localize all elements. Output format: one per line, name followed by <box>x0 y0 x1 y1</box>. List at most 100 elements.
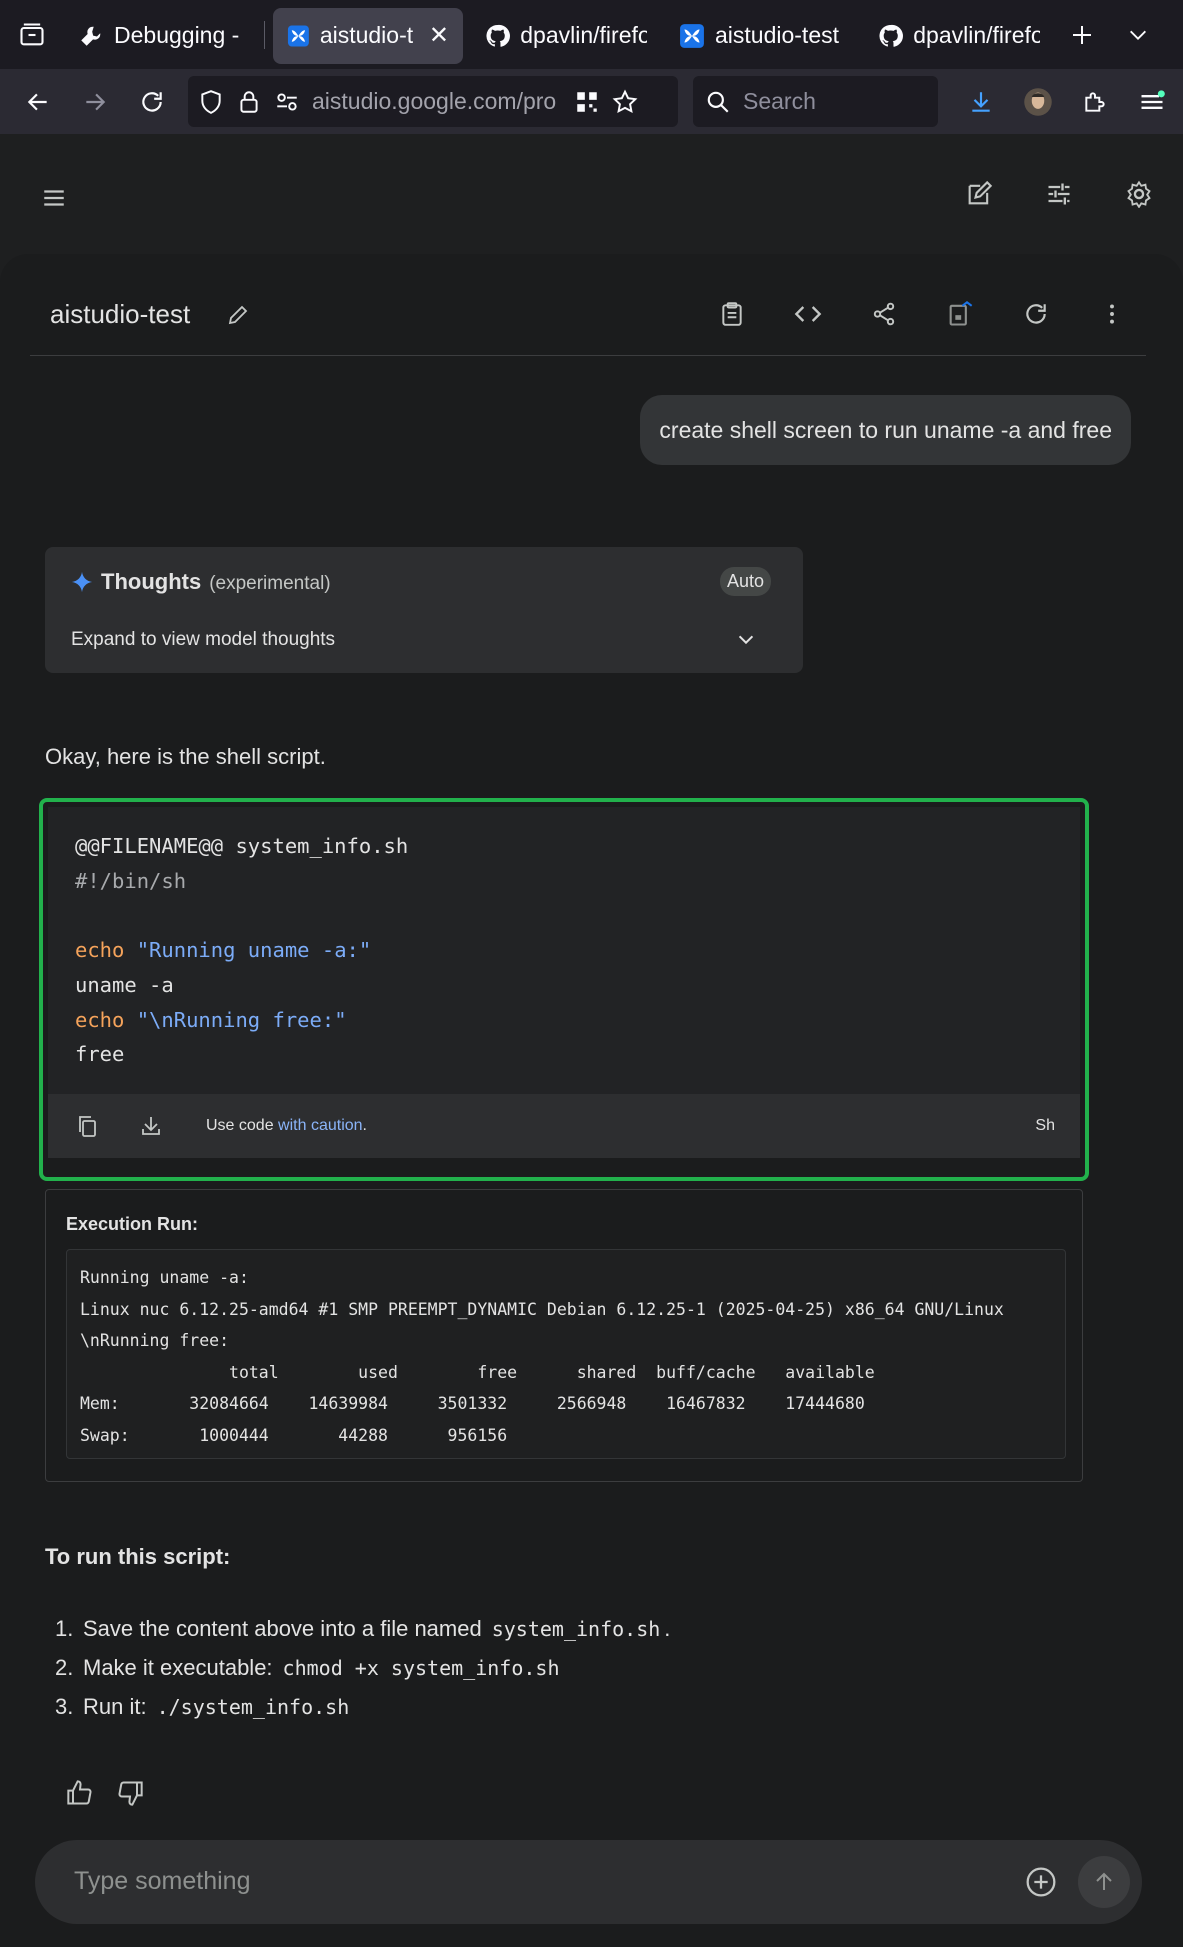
qr-code-icon[interactable] <box>574 89 600 115</box>
code-line: uname -a <box>75 972 174 997</box>
code-keyword: echo <box>75 938 125 963</box>
reset-button[interactable] <box>1012 290 1060 338</box>
step-text: Save the content above into a file named <box>83 1615 482 1641</box>
thoughts-title: Thoughts <box>101 569 202 594</box>
code-text: @@FILENAME@@ system_info.sh #!/bin/sh ec… <box>75 829 408 1072</box>
tab-title: dpavlin/firefo <box>913 22 1040 48</box>
chevron-down-icon <box>738 635 754 645</box>
copy-code-button[interactable] <box>68 1107 106 1145</box>
execution-result: Execution Run: Running uname -a: Linux n… <box>45 1189 1083 1482</box>
pencil-icon <box>229 305 248 324</box>
browser-tab[interactable]: Debugging - <box>64 8 264 64</box>
main-menu-button[interactable] <box>30 174 78 222</box>
search-placeholder[interactable]: Search <box>743 88 816 115</box>
thumbs-down-icon <box>118 1781 143 1806</box>
puzzle-icon <box>1084 91 1105 112</box>
code-content[interactable]: @@FILENAME@@ system_info.sh #!/bin/sh ec… <box>48 807 1080 1097</box>
code-block: @@FILENAME@@ system_info.sh #!/bin/sh ec… <box>39 798 1089 1181</box>
save-button[interactable] <box>936 290 984 338</box>
browser-tab[interactable]: aistudio-test <box>665 8 860 64</box>
execution-output[interactable]: Running uname -a: Linux nuc 6.12.25-amd6… <box>66 1249 1066 1459</box>
expand-thoughts-toggle[interactable] <box>731 625 761 655</box>
star-bookmark-icon[interactable] <box>612 88 638 115</box>
share-button[interactable] <box>860 290 908 338</box>
firefox-view-icon <box>20 22 44 45</box>
prompt-input-placeholder[interactable]: Type something <box>74 1867 251 1896</box>
caution-link[interactable]: with caution <box>278 1117 363 1134</box>
github-icon <box>486 24 510 47</box>
browser-tab[interactable]: dpavlin/firefo <box>471 8 661 64</box>
browser-tab[interactable]: dpavlin/firefo <box>864 8 1054 64</box>
list-item: 3. Run it: ./system_info.sh <box>55 1687 670 1726</box>
thumbs-up-button[interactable] <box>62 1775 98 1811</box>
new-tab-button[interactable] <box>1054 7 1110 63</box>
permissions-icon[interactable] <box>274 89 300 115</box>
url-bar[interactable]: aistudio.google.com/pro <box>188 76 678 127</box>
save-drive-icon <box>949 301 973 326</box>
step-text: Run it: <box>83 1693 147 1719</box>
view-prompt-button[interactable] <box>708 290 756 338</box>
menu-icon <box>44 190 64 206</box>
clipboard-icon <box>722 302 742 326</box>
code-keyword: echo <box>75 1007 125 1032</box>
copy-icon <box>79 1116 96 1137</box>
app-menu-button[interactable] <box>1123 73 1180 130</box>
chat-panel: aistudio-test create shell screen to run… <box>0 254 1183 1947</box>
more-options-button[interactable] <box>1088 290 1136 338</box>
close-tab-icon[interactable]: ✕ <box>429 21 449 50</box>
user-message: create shell screen to run uname -a and … <box>640 395 1131 465</box>
download-code-button[interactable] <box>132 1107 170 1145</box>
lock-icon[interactable] <box>236 89 262 115</box>
prompt-actions <box>708 290 1136 338</box>
hamburger-menu-icon <box>1141 89 1165 109</box>
step-code: system_info.sh <box>491 1616 661 1641</box>
extensions-button[interactable] <box>1066 73 1123 130</box>
browser-tab-active[interactable]: aistudio-te ✕ <box>273 7 463 64</box>
code-line: free <box>75 1042 125 1067</box>
prompt-input[interactable]: Type something <box>35 1840 1142 1924</box>
code-footer: Use code with caution. Sh <box>48 1094 1080 1158</box>
thumbs-down-button[interactable] <box>112 1775 148 1811</box>
settings-button[interactable] <box>1115 170 1163 218</box>
search-bar[interactable]: Search <box>693 76 938 127</box>
add-media-button[interactable] <box>1020 1861 1062 1903</box>
run-settings-button[interactable] <box>1035 170 1083 218</box>
download-icon <box>142 1117 160 1135</box>
reload-icon <box>141 91 162 112</box>
response-intro: Okay, here is the shell script. <box>45 744 326 769</box>
wrench-icon <box>81 26 101 46</box>
arrow-right-icon <box>85 93 105 110</box>
download-icon <box>971 91 990 112</box>
code-string: "\nRunning free:" <box>136 1007 347 1032</box>
execution-label: Execution Run: <box>66 1214 199 1234</box>
shield-icon[interactable] <box>198 89 224 115</box>
get-code-button[interactable] <box>784 290 832 338</box>
downloads-button[interactable] <box>952 73 1009 130</box>
code-string: "Running uname -a:" <box>136 938 372 963</box>
url-text[interactable]: aistudio.google.com/pro <box>312 88 562 115</box>
tab-separator <box>264 20 265 49</box>
feedback-buttons <box>62 1775 148 1811</box>
run-button[interactable] <box>1078 1856 1130 1908</box>
output-line: Mem: 32084664 14639984 3501332 2566948 1… <box>80 1394 865 1414</box>
thoughts-panel[interactable]: Thoughts (experimental) Auto Expand to v… <box>45 547 803 673</box>
github-icon <box>879 24 903 47</box>
add-circle-icon <box>1026 1867 1056 1897</box>
forward-button[interactable] <box>66 73 123 130</box>
aistudio-icon <box>680 23 704 48</box>
header-actions <box>955 170 1163 218</box>
account-button[interactable] <box>1009 73 1066 130</box>
back-button[interactable] <box>9 73 66 130</box>
reload-button[interactable] <box>123 73 180 130</box>
step-code: ./system_info.sh <box>156 1694 350 1719</box>
new-chat-button[interactable] <box>955 170 1003 218</box>
edit-title-button[interactable] <box>214 291 262 339</box>
firefox-view-button[interactable] <box>0 0 64 69</box>
arrow-up-icon <box>1096 1872 1112 1890</box>
step-suffix: . <box>664 1615 671 1641</box>
list-all-tabs-button[interactable] <box>1110 7 1166 63</box>
sparkle-icon <box>71 571 93 593</box>
expand-thoughts-label[interactable]: Expand to view model thoughts <box>71 629 335 651</box>
browser-tab-bar: Debugging - aistudio-te ✕ dpavlin/firefo… <box>0 0 1183 69</box>
output-line: Linux nuc 6.12.25-amd64 #1 SMP PREEMPT_D… <box>80 1299 1004 1319</box>
